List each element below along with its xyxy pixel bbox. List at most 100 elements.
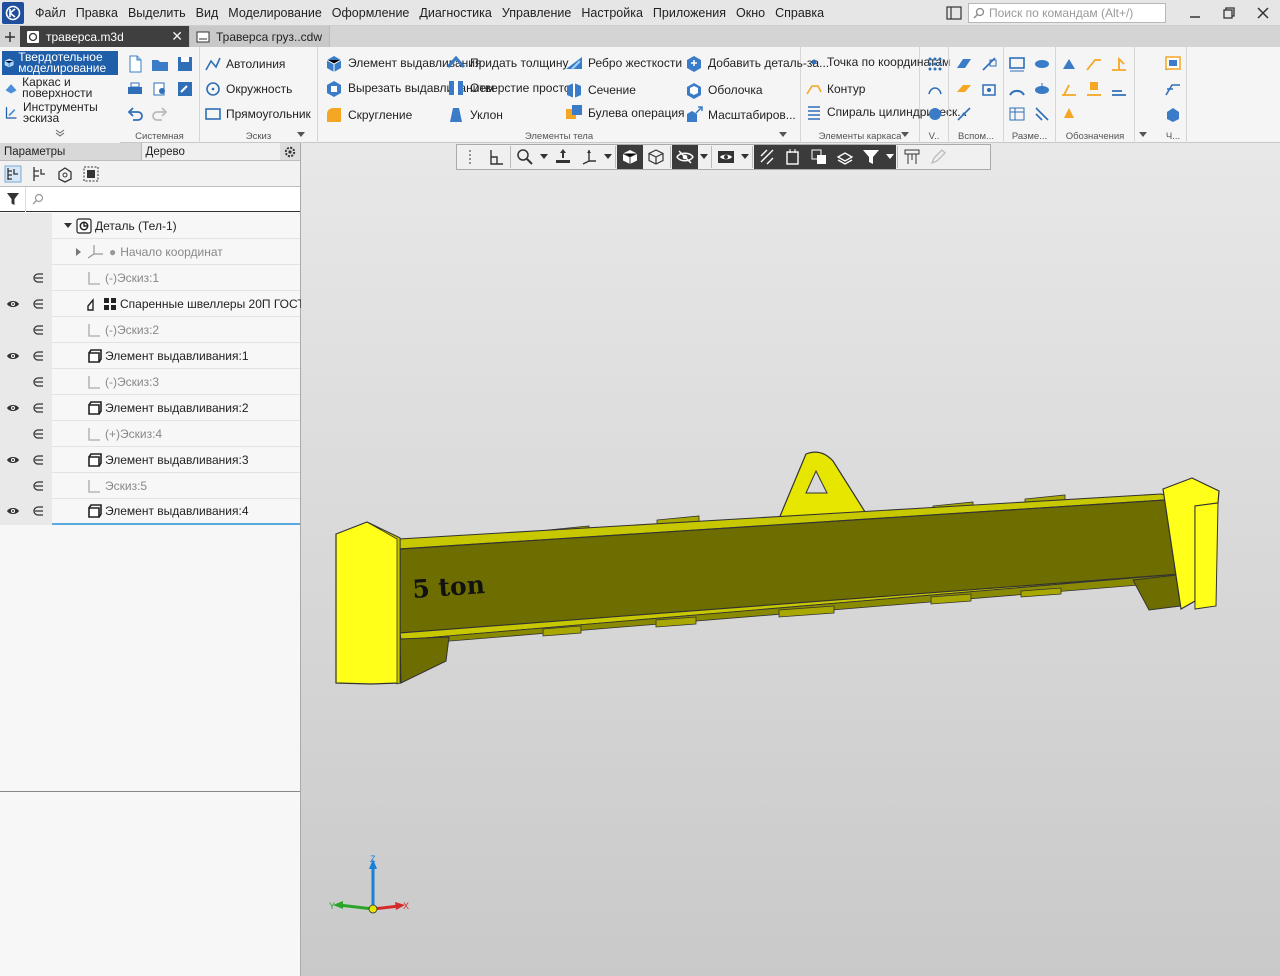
menu-view[interactable]: Вид [191,0,224,26]
visibility-toggle[interactable] [0,369,26,395]
leader-icon[interactable] [1085,55,1103,73]
fillet-button[interactable]: Скругление [324,105,412,125]
relations-icon[interactable] [26,265,52,291]
tree-item-lib[interactable]: Спаренные швеллеры 20П ГОСТ [0,291,305,317]
menu-edit[interactable]: Правка [71,0,123,26]
angle-dim-icon[interactable] [1008,80,1026,98]
new-document-button[interactable] [0,26,20,47]
left-end-plate[interactable] [335,521,401,685]
save-icon[interactable] [176,55,194,73]
relations-icon[interactable] [26,317,52,343]
section-button[interactable]: Сечение [564,80,636,100]
expand-toggle-icon[interactable] [76,245,82,259]
redo-icon[interactable] [151,105,169,123]
command-search-input[interactable]: Поиск по командам (Alt+/) [968,3,1166,23]
expand-toggle-icon[interactable] [64,219,72,233]
tree-item-sketch[interactable]: (-) Эскиз:3 [0,369,300,395]
line-icon[interactable] [955,105,973,123]
position-icon[interactable] [1060,105,1078,123]
tree-item-sketch[interactable]: (+) Эскиз:4 [0,421,300,447]
tree-item-extrude[interactable]: Элемент выдавливания:1 [0,343,300,369]
menu-settings[interactable]: Настройка [576,0,648,26]
weld-icon[interactable] [1110,55,1128,73]
filter-button[interactable] [0,186,26,212]
visibility-toggle[interactable] [0,498,26,524]
plane-icon[interactable] [955,55,973,73]
3d-viewport[interactable]: 5 ton Z Y X [301,143,1280,976]
marker-icon[interactable] [1085,80,1103,98]
properties-icon[interactable] [176,80,194,98]
expand-modes-icon[interactable] [55,129,65,137]
tree-item-sketch[interactable]: Эскиз:5 [0,473,300,499]
mode-sketch-tools[interactable]: Инструменты эскиза [2,101,118,125]
arc-dim-icon[interactable] [1033,105,1051,123]
menu-control[interactable]: Управление [497,0,577,26]
radius-dim-icon[interactable] [1033,80,1051,98]
tree-item-sketch[interactable]: (-) Эскиз:1 [0,265,300,291]
scale-button[interactable]: Масштабиров... [684,105,796,125]
rectangle-button[interactable]: Прямоугольник [204,105,311,123]
relations-icon[interactable] [26,447,52,473]
diameter-dim-icon[interactable] [1033,55,1051,73]
table-dim-icon[interactable] [1008,105,1026,123]
tolerance-icon[interactable] [1110,80,1128,98]
restore-button[interactable] [1212,0,1246,26]
visibility-toggle[interactable] [0,395,26,421]
menu-modeling[interactable]: Моделирование [223,0,327,26]
tab-close-icon[interactable]: ✕ [171,28,183,45]
mode-frame-surfaces[interactable]: Каркас и поверхности [2,76,118,100]
select-frame-icon[interactable] [82,165,100,183]
visibility-toggle[interactable] [0,265,26,291]
menu-design[interactable]: Оформление [327,0,415,26]
mode-solid-modeling[interactable]: Твердотельное моделирование [2,51,118,75]
relations-icon[interactable] [26,498,52,524]
roughness-icon[interactable] [1060,55,1078,73]
relations-icon[interactable] [26,369,52,395]
minimize-button[interactable] [1178,0,1212,26]
shell-button[interactable]: Оболочка [684,80,763,100]
menu-select[interactable]: Выделить [123,0,191,26]
dropdown-arrow-icon[interactable] [1139,132,1147,138]
boolean-button[interactable]: Булева операция [564,103,685,123]
tree-item-origin[interactable]: ● Начало координат [0,239,300,265]
print-icon[interactable] [126,80,144,98]
cs-icon[interactable] [980,80,998,98]
relations-icon[interactable] [26,343,52,369]
open-folder-icon[interactable] [151,55,169,73]
sphere-icon[interactable] [926,105,944,123]
tree-filter-input[interactable] [26,187,300,211]
tab-traversa-m3d[interactable]: траверса.m3d ✕ [20,26,190,47]
part-view-icon[interactable] [56,165,74,183]
relations-icon[interactable] [26,421,52,447]
mass-icon[interactable] [1164,105,1182,123]
relations-icon[interactable] [26,473,52,499]
tree-item-extrude[interactable]: Элемент выдавливания:3 [0,447,300,473]
tab-parameters[interactable]: Параметры [0,143,141,160]
contour-button[interactable]: Контур [805,80,865,98]
tree-history-icon[interactable] [30,165,48,183]
point-grid-icon[interactable] [926,55,944,73]
visibility-toggle[interactable] [0,421,26,447]
visibility-toggle[interactable] [0,291,26,317]
menu-window[interactable]: Окно [731,0,770,26]
extra-tool-icon[interactable] [1162,53,1184,73]
distance-icon[interactable] [1164,80,1182,98]
relations-icon[interactable] [26,395,52,421]
menu-diagnostics[interactable]: Диагностика [414,0,496,26]
draft-button[interactable]: Уклон [446,105,503,125]
visibility-toggle[interactable] [0,317,26,343]
preview-icon[interactable] [151,80,169,98]
panel-layout-icon[interactable] [946,6,962,21]
relations-icon[interactable] [26,291,52,317]
tree-item-extrude[interactable]: Элемент выдавливания:4 [0,499,300,525]
rib-button[interactable]: Ребро жесткости [564,53,682,73]
axis-icon[interactable] [980,55,998,73]
hole-button[interactable]: Отверстие простое [446,78,577,98]
visibility-toggle[interactable] [0,473,26,499]
visibility-toggle[interactable] [0,447,26,473]
offset-plane-icon[interactable] [955,80,973,98]
tree-root[interactable]: Деталь (Тел-1) [0,213,300,239]
tree-structure-icon[interactable] [4,165,22,183]
tree-item-sketch[interactable]: (-) Эскиз:2 [0,317,300,343]
tree-item-extrude[interactable]: Элемент выдавливания:2 [0,395,300,421]
